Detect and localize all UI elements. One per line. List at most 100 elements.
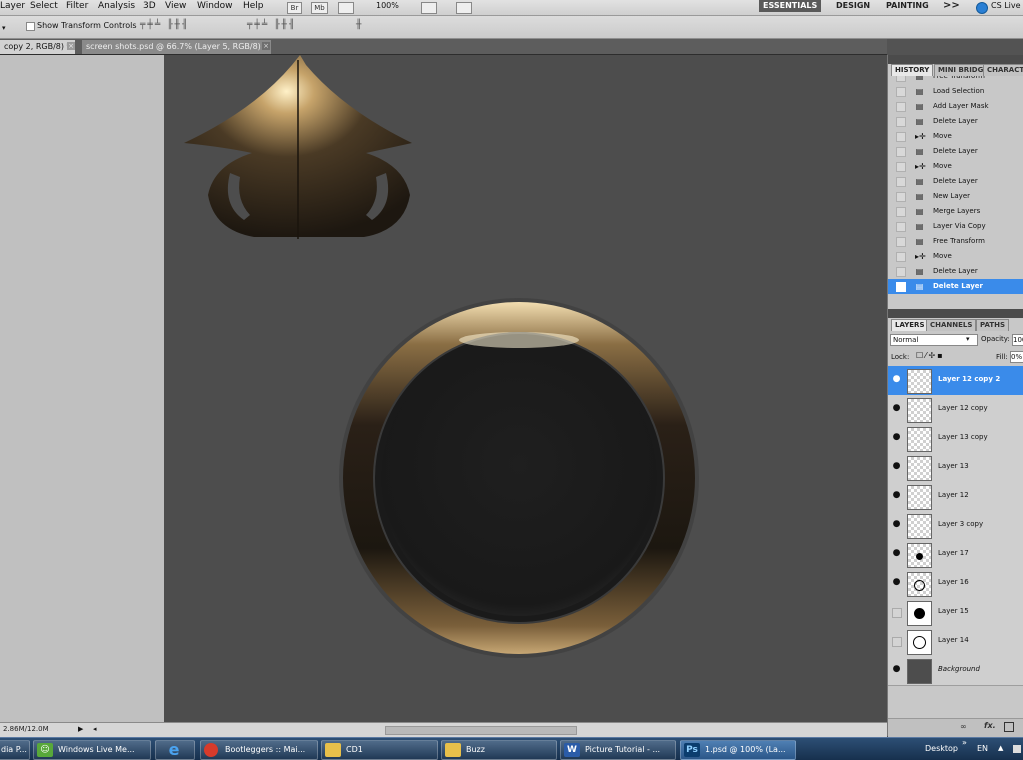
menu-help[interactable]: Help [243,1,264,11]
lock-icons[interactable]: ☐⁄✢▪ [916,351,945,360]
history-source-checkbox[interactable] [896,162,906,172]
zoom-level[interactable]: 100% [376,1,399,10]
history-item[interactable]: ▤ Delete Layer [888,174,1023,189]
tab-paths[interactable]: PATHS [976,319,1010,331]
menu-filter[interactable]: Filter [66,1,88,11]
bridge-button[interactable]: Br [287,2,302,14]
taskbar-photoshop[interactable]: Ps 1.psd @ 100% (La... [680,740,796,760]
visibility-eye-icon[interactable]: ● [891,403,902,414]
screen-mode-icon[interactable] [456,2,472,14]
taskbar-folder-buzz[interactable]: Buzz [441,740,557,760]
history-item[interactable]: ▤ Add Layer Mask [888,99,1023,114]
visibility-eye-icon[interactable]: ● [891,548,902,559]
layer-row[interactable]: ● Layer 3 copy [888,511,1023,541]
history-source-checkbox[interactable] [896,177,906,187]
history-item[interactable]: ▤ Free Transform [888,234,1023,249]
tool-dropdown-icon[interactable]: ▾ [2,24,6,32]
visibility-eye-icon[interactable]: ● [891,490,902,501]
tray-icon[interactable] [1013,745,1021,753]
history-source-checkbox[interactable] [896,102,906,112]
arrange-icon[interactable] [421,2,437,14]
tab-screen-shots[interactable]: screen shots.psd @ 66.7% (Layer 5, RGB/8… [82,40,272,54]
history-item[interactable]: ▤ Free Transform [888,76,1023,84]
layer-row[interactable]: Layer 14 [888,627,1023,657]
show-transform-checkbox[interactable] [26,22,35,31]
history-source-checkbox[interactable] [896,76,906,82]
layer-row[interactable]: ● Layer 12 copy [888,395,1023,425]
visibility-eye-icon[interactable]: ● [891,461,902,472]
history-source-checkbox[interactable] [896,267,906,277]
layer-row[interactable]: ● Layer 16 [888,569,1023,599]
history-source-checkbox[interactable] [896,147,906,157]
layer-row[interactable]: ● Layer 12 copy 2 [888,366,1023,396]
history-source-checkbox[interactable] [896,117,906,127]
tray-expand-icon[interactable]: ▲ [998,744,1003,752]
opacity-input[interactable]: 100% [1012,334,1023,346]
taskbar-ie[interactable]: e [155,740,195,760]
visibility-eye-icon[interactable]: ● [891,374,902,385]
more-workspaces-button[interactable]: >> [943,0,960,11]
menu-3d[interactable]: 3D [143,1,156,11]
tab-layers[interactable]: LAYERS [891,319,929,331]
menu-view[interactable]: View [165,1,186,11]
tab-close-icon[interactable]: × [262,42,270,50]
cs-live-label[interactable]: CS Live [991,1,1021,10]
link-layers-icon[interactable]: ∞ [960,722,967,731]
visibility-off-box[interactable] [892,637,902,647]
add-mask-icon[interactable] [1004,722,1014,732]
menu-select[interactable]: Select [30,1,58,11]
taskbar-chrome[interactable]: Bootleggers :: Mai... [200,740,318,760]
history-source-checkbox[interactable] [896,207,906,217]
layer-row[interactable]: ● Layer 12 [888,482,1023,512]
workspace-painting[interactable]: PAINTING [886,1,929,10]
menu-analysis[interactable]: Analysis [98,1,135,11]
history-item[interactable]: ▤ Delete Layer [888,264,1023,279]
history-item[interactable]: ▤ Load Selection [888,84,1023,99]
blend-mode-select[interactable]: Normal [890,334,978,346]
minibridge-button[interactable]: Mb [311,2,328,14]
desktop-toolbar-label[interactable]: Desktop [925,744,958,753]
taskbar-word[interactable]: W Picture Tutorial - ... [560,740,676,760]
history-item-current[interactable]: ▤ Delete Layer [888,279,1023,294]
cs-live-icon[interactable] [976,2,988,14]
history-item[interactable]: ▤ New Layer [888,189,1023,204]
history-source-checkbox[interactable] [896,192,906,202]
taskbar-media[interactable]: dia P... [0,740,30,760]
history-item[interactable]: ▤ Layer Via Copy [888,219,1023,234]
fill-input[interactable]: 0% [1010,351,1023,363]
visibility-off-box[interactable] [892,608,902,618]
language-indicator[interactable]: EN [977,744,988,753]
history-item[interactable]: ▸✛ Move [888,129,1023,144]
history-item[interactable]: ▤ Delete Layer [888,144,1023,159]
layer-row[interactable]: ● Layer 13 copy [888,424,1023,454]
extras-icon[interactable] [338,2,354,14]
horizontal-scrollbar[interactable] [385,726,577,735]
auto-align-icon[interactable]: ╫ [356,20,361,30]
visibility-eye-icon[interactable]: ● [891,577,902,588]
taskbar-messenger[interactable]: ☺ Windows Live Me... [33,740,151,760]
history-source-checkbox[interactable] [896,252,906,262]
layer-row[interactable]: Layer 15 [888,598,1023,628]
visibility-eye-icon[interactable]: ● [891,432,902,443]
history-source-checkbox[interactable] [896,87,906,97]
layer-row[interactable]: ● Background [888,656,1023,686]
align-icons[interactable]: ╤╪╧ ╟╫╢ [140,20,189,30]
workspace-design[interactable]: DESIGN [836,1,870,10]
taskbar-folder-cd1[interactable]: CD1 [321,740,438,760]
history-item[interactable]: ▤ Merge Layers [888,204,1023,219]
fx-icon[interactable]: fx. [984,721,996,730]
visibility-eye-icon[interactable]: ● [891,664,902,675]
visibility-eye-icon[interactable]: ● [891,519,902,530]
scroll-left-icon[interactable]: ◂ [93,725,97,733]
history-source-checkbox[interactable] [896,237,906,247]
tab-close-icon[interactable]: × [67,42,75,50]
menu-window[interactable]: Window [197,1,233,11]
tab-channels[interactable]: CHANNELS [926,319,977,331]
history-item[interactable]: ▸✛ Move [888,249,1023,264]
distribute-icons[interactable]: ╤╪╧ ╟╫╢ [247,20,296,30]
tab-history[interactable]: HISTORY [891,64,934,76]
history-source-checkbox[interactable] [896,132,906,142]
document-canvas[interactable] [164,55,887,722]
chevron-right-icon[interactable]: » [962,738,967,747]
history-item[interactable]: ▤ Delete Layer [888,114,1023,129]
